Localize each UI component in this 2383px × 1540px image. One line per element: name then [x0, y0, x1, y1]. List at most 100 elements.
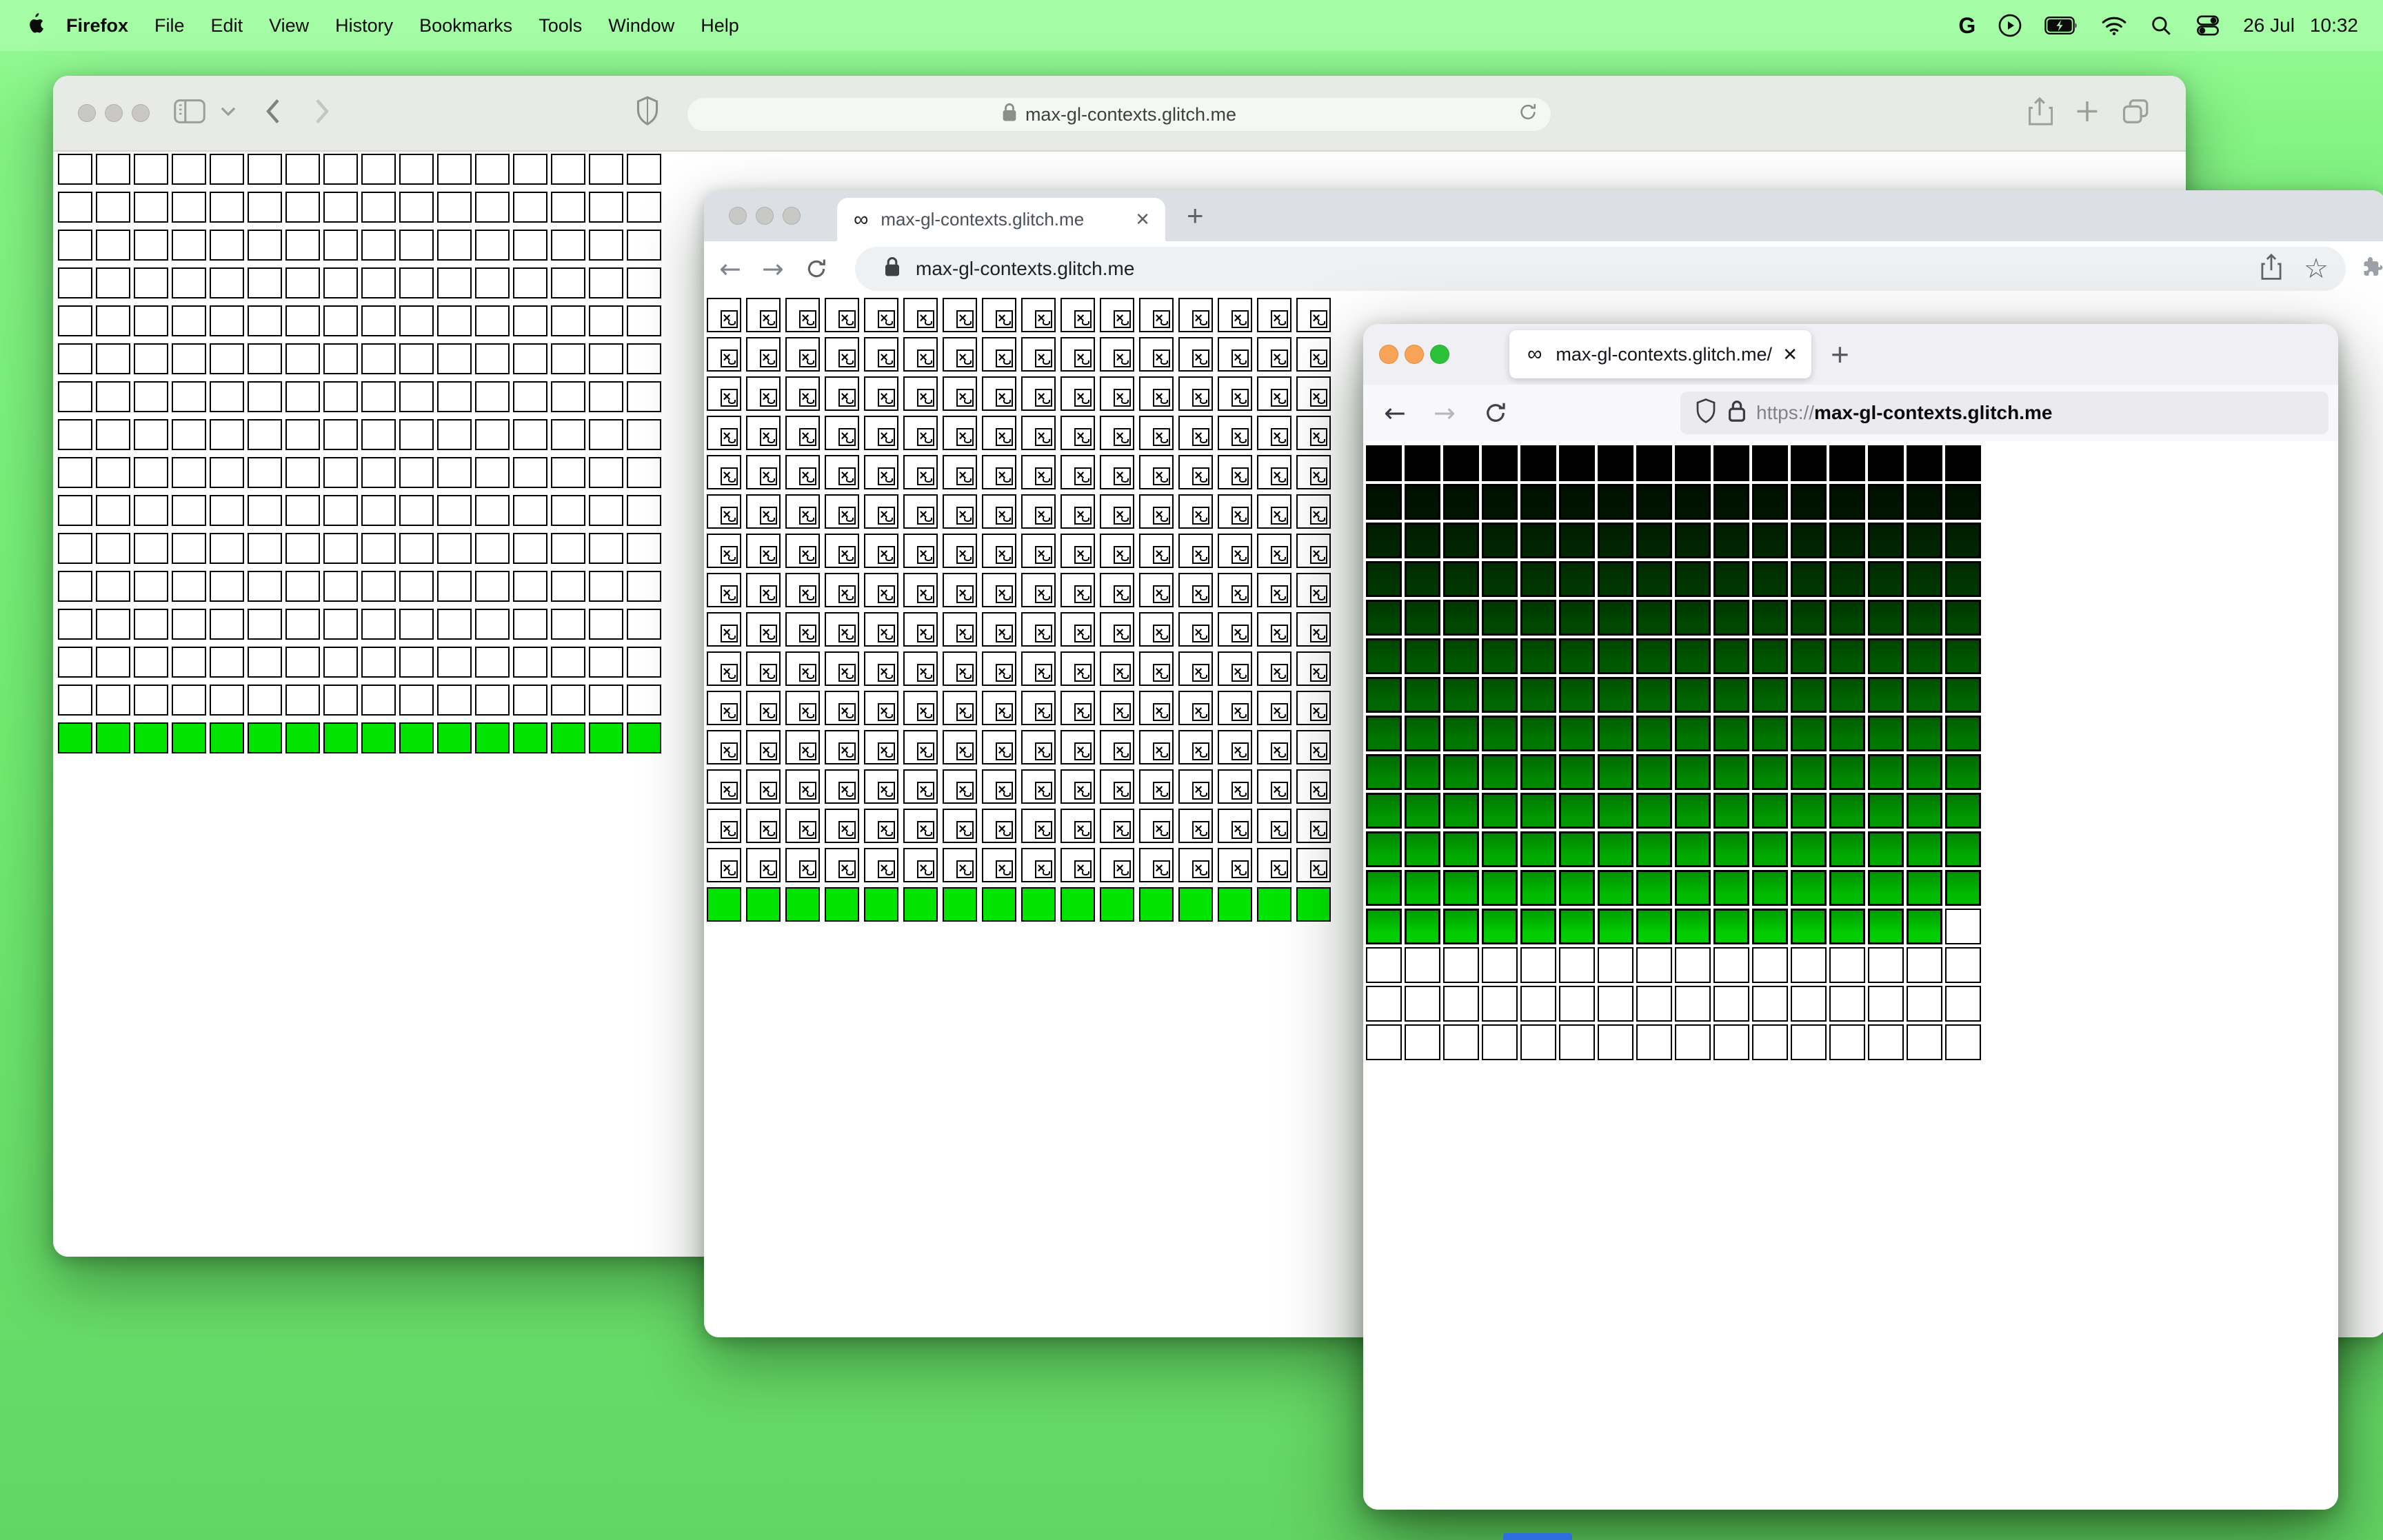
broken-arc-glyph: [1238, 596, 1247, 601]
new-tab-button[interactable]: +: [1831, 336, 1849, 373]
canvas-cell: [248, 267, 282, 298]
control-center-icon[interactable]: [2195, 14, 2221, 37]
canvas-cell: ×: [1139, 416, 1174, 450]
chrome-url-field[interactable]: max-gl-contexts.glitch.me: [855, 247, 2346, 291]
canvas-cell: ×: [1060, 298, 1095, 332]
menu-item-view[interactable]: View: [256, 15, 322, 37]
broken-canvas-icon: ×: [1231, 664, 1249, 682]
tracking-protection-shield-icon[interactable]: [1696, 398, 1716, 428]
broken-canvas-icon: ×: [1231, 310, 1249, 329]
close-window-button[interactable]: [78, 104, 96, 122]
share-icon[interactable]: [2260, 253, 2283, 285]
broken-canvas-icon: ×: [877, 467, 896, 486]
zoom-window-button[interactable]: [1430, 345, 1449, 364]
broken-arc-glyph: [845, 636, 854, 640]
canvas-cell: [513, 495, 547, 526]
canvas-cell: [1520, 677, 1556, 713]
chrome-active-tab[interactable]: ∞ max-gl-contexts.glitch.me ✕: [837, 198, 1165, 241]
canvas-cell: ×: [785, 691, 820, 725]
canvas-cell: [1675, 523, 1711, 558]
firefox-traffic-lights[interactable]: [1379, 345, 1449, 364]
firefox-page-content: [1363, 441, 2338, 1510]
broken-arc-glyph: [1317, 478, 1325, 483]
canvas-cell: [361, 154, 396, 185]
close-tab-icon[interactable]: ✕: [1782, 344, 1798, 365]
menu-item-tools[interactable]: Tools: [525, 15, 595, 37]
canvas-cell: ×: [707, 337, 741, 372]
broken-canvas-icon: ×: [1152, 742, 1171, 761]
back-button[interactable]: [263, 98, 281, 129]
battery-icon[interactable]: [2044, 15, 2079, 36]
zoom-window-button[interactable]: [783, 207, 801, 225]
canvas-cell: [513, 381, 547, 412]
zoom-window-button[interactable]: [132, 104, 150, 122]
canvas-cell: [1559, 716, 1595, 751]
close-window-button[interactable]: [729, 207, 747, 225]
sidebar-toggle-icon[interactable]: [174, 99, 205, 128]
canvas-cell: [1405, 831, 1440, 867]
canvas-cell: [323, 495, 358, 526]
menu-item-file[interactable]: File: [141, 15, 198, 37]
privacy-shield-icon[interactable]: [636, 96, 659, 130]
forward-button[interactable]: [314, 98, 332, 129]
broken-arc-glyph: [924, 321, 932, 326]
broken-canvas-icon: ×: [1309, 782, 1328, 800]
chevron-down-icon[interactable]: [221, 106, 236, 121]
back-button[interactable]: ←: [719, 254, 741, 284]
chrome-traffic-lights[interactable]: [729, 207, 801, 225]
broken-arc-glyph: [1278, 871, 1286, 876]
reload-icon[interactable]: [1518, 102, 1538, 128]
minimize-window-button[interactable]: [105, 104, 123, 122]
menu-item-help[interactable]: Help: [687, 15, 752, 37]
tab-overview-icon[interactable]: [2122, 98, 2151, 129]
menu-app-name[interactable]: Firefox: [46, 15, 141, 37]
minimize-window-button[interactable]: [1405, 345, 1424, 364]
canvas-cell: [1945, 484, 1981, 520]
broken-arc-glyph: [1042, 557, 1050, 562]
play-status-icon[interactable]: [1998, 13, 2022, 38]
share-icon[interactable]: [2027, 97, 2053, 130]
canvas-cell: [1021, 887, 1056, 922]
canvas-cell: ×: [1296, 376, 1331, 411]
bookmark-star-icon[interactable]: ☆: [2304, 253, 2329, 285]
canvas-cell: [1559, 677, 1595, 713]
safari-traffic-lights[interactable]: [78, 104, 150, 122]
canvas-cell: [323, 647, 358, 678]
reload-icon[interactable]: [805, 257, 828, 284]
canvas-cell: ×: [1218, 416, 1252, 450]
forward-button[interactable]: →: [762, 254, 784, 284]
firefox-active-tab[interactable]: ∞ max-gl-contexts.glitch.me/ ✕: [1509, 330, 1811, 378]
menu-item-history[interactable]: History: [322, 15, 406, 37]
canvas-cell: [399, 457, 434, 488]
safari-url-field[interactable]: max-gl-contexts.glitch.me: [687, 97, 1551, 132]
extensions-puzzle-icon[interactable]: [2360, 255, 2383, 283]
broken-arc-glyph: [963, 636, 972, 640]
canvas-cell: [399, 419, 434, 450]
firefox-url-field[interactable]: https://max-gl-contexts.glitch.me: [1680, 392, 2329, 434]
menu-item-edit[interactable]: Edit: [198, 15, 257, 37]
google-status-icon[interactable]: G: [1958, 13, 1975, 39]
new-tab-plus-icon[interactable]: [2075, 99, 2100, 128]
canvas-cell: ×: [1021, 730, 1056, 764]
canvas-cell: ×: [1060, 573, 1095, 607]
broken-canvas-icon: ×: [1113, 821, 1132, 840]
menu-item-window[interactable]: Window: [595, 15, 687, 37]
apple-menu-icon[interactable]: [25, 12, 46, 40]
chrome-canvas-grid: × × × × × × × × × × × × × × × × × × × × × × × × × × × × × × × × × × × × × × × ×…: [707, 298, 1331, 922]
new-tab-button[interactable]: +: [1187, 199, 1204, 232]
minimize-window-button[interactable]: [756, 207, 774, 225]
close-window-button[interactable]: [1379, 345, 1398, 364]
reload-icon[interactable]: [1483, 401, 1508, 429]
close-tab-icon[interactable]: ✕: [1135, 209, 1150, 230]
broken-canvas-icon: ×: [1034, 310, 1053, 329]
lock-icon[interactable]: [1727, 399, 1747, 427]
broken-arc-glyph: [1317, 675, 1325, 680]
broken-canvas-icon: ×: [798, 625, 817, 643]
spotlight-search-icon[interactable]: [2149, 14, 2173, 37]
broken-arc-glyph: [767, 714, 775, 719]
menu-item-bookmarks[interactable]: Bookmarks: [406, 15, 525, 37]
back-button[interactable]: ←: [1384, 398, 1406, 428]
wifi-icon[interactable]: [2101, 15, 2127, 36]
canvas-cell: [361, 685, 396, 716]
forward-button[interactable]: →: [1434, 398, 1456, 428]
